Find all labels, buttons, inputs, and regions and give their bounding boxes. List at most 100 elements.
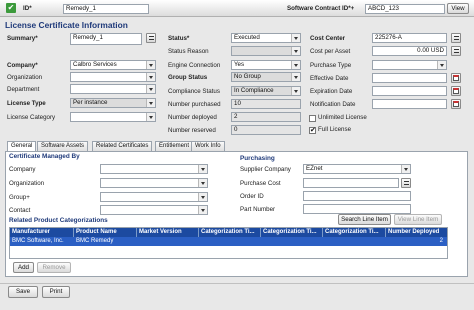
save-button[interactable]: Save [8,286,38,298]
status-reason-dropdown[interactable] [231,46,301,56]
add-button[interactable]: Add [13,262,34,273]
list-icon [149,36,154,40]
effective-date-label: Effective Date [310,75,349,82]
table-row[interactable]: BMC Software, Inc. BMC Remedy 2 [10,237,447,246]
compliance-status-dropdown[interactable]: In Compliance [231,86,301,96]
order-id-field[interactable] [303,191,411,201]
print-button[interactable]: Print [42,286,70,298]
number-purchased-label: Number purchased [168,101,221,108]
managed-contact-dropdown[interactable] [100,205,208,215]
purchase-type-dropdown[interactable] [372,60,447,70]
tab-software-assets[interactable]: Software Assets [37,141,89,151]
expiration-date-calendar-button[interactable] [451,86,461,96]
chevron-down-icon[interactable] [198,179,207,187]
chevron-down-icon[interactable] [401,165,410,173]
chevron-down-icon[interactable] [146,61,155,69]
tab-related-certificates[interactable]: Related Certificates [92,141,153,151]
notification-date-label: Notification Date [310,101,356,108]
part-number-label: Part Number [240,206,276,213]
effective-date-field[interactable] [372,73,447,83]
currency-button[interactable] [451,46,461,56]
chevron-down-icon[interactable] [146,85,155,93]
column-header[interactable]: Number Deployed [386,228,447,237]
id-check-icon: ✔ [6,3,16,13]
managed-company-dropdown[interactable] [100,164,208,174]
unlimited-license-label: Unlimited License [318,114,367,121]
supplier-company-value: EZnet [306,165,323,172]
part-number-field[interactable] [303,204,411,214]
organization-dropdown[interactable] [70,72,156,82]
contract-id-field[interactable]: ABCD_123 [365,4,445,14]
column-header[interactable]: Categorization Ti... [261,228,323,237]
status-dropdown[interactable]: Executed [231,33,301,43]
table-cell: BMC Software, Inc. [12,238,64,244]
managed-organization-dropdown[interactable] [100,178,208,188]
chevron-down-icon[interactable] [291,47,300,55]
status-label: Status* [168,35,190,42]
engine-connection-dropdown[interactable]: Yes [231,60,301,70]
list-icon [454,49,459,53]
full-license-checkbox[interactable]: ✔ [309,127,316,134]
search-line-item-button[interactable]: Search Line Item [338,214,391,225]
cost-center-field[interactable]: 225276-A [372,33,447,43]
chevron-down-icon[interactable] [146,73,155,81]
list-icon [454,36,459,40]
cost-per-asset-label: Cost per Asset [310,48,351,55]
expiration-date-field[interactable] [372,86,447,96]
group-status-label: Group Status [168,74,208,81]
footer-bar [0,283,474,310]
license-type-dropdown[interactable]: Per instance [70,98,156,108]
chevron-down-icon[interactable] [198,206,207,214]
notification-date-field[interactable] [372,99,447,109]
remove-button[interactable]: Remove [37,262,71,273]
id-field[interactable]: Remedy_1 [63,4,149,14]
summary-field[interactable]: Remedy_1 [70,33,142,45]
calendar-icon [453,101,459,107]
tab-work-info[interactable]: Work Info [191,141,225,151]
engine-connection-value: Yes [234,61,245,68]
chevron-down-icon[interactable] [291,61,300,69]
group-status-dropdown[interactable]: No Group [231,72,301,82]
chevron-down-icon[interactable] [291,34,300,42]
number-deployed-label: Number deployed [168,114,217,121]
view-line-item-button[interactable]: View Line Item [394,214,442,225]
company-value: Calbro Services [73,61,117,68]
expiration-date-label: Expiration Date [310,88,353,95]
summary-detail-button[interactable] [146,33,156,43]
unlimited-license-checkbox[interactable] [309,115,316,122]
cost-per-asset-field[interactable]: 0.00 USD [372,46,447,56]
purchase-cost-currency-button[interactable] [401,178,411,188]
managed-group-dropdown[interactable] [100,192,208,202]
number-deployed-field[interactable]: 2 [231,112,301,122]
notification-date-calendar-button[interactable] [451,99,461,109]
table-cell: 2 [439,238,443,244]
chevron-down-icon[interactable] [146,99,155,107]
chevron-down-icon[interactable] [146,113,155,121]
calendar-icon [453,88,459,94]
effective-date-calendar-button[interactable] [451,73,461,83]
chevron-down-icon[interactable] [437,61,446,69]
column-header[interactable]: Product Name [74,228,137,237]
number-purchased-field[interactable]: 10 [231,99,301,109]
tab-entitlement[interactable]: Entitlement [155,141,194,151]
column-header[interactable]: Manufacturer [10,228,74,237]
cost-center-lookup-button[interactable] [451,33,461,43]
chevron-down-icon[interactable] [291,73,300,81]
purchase-cost-field[interactable] [303,178,399,188]
license-category-dropdown[interactable] [70,112,156,122]
managed-contact-label: Contact [9,207,31,214]
number-reserved-field[interactable]: 0 [231,125,301,135]
column-header[interactable]: Market Version [137,228,199,237]
column-header[interactable]: Categorization Ti... [323,228,386,237]
top-bar: ✔ ID* Remedy_1 Software Contract ID*+ AB… [0,0,474,17]
purchase-type-label: Purchase Type [310,62,352,69]
supplier-company-dropdown[interactable]: EZnet [303,164,411,174]
column-header[interactable]: Categorization Ti... [199,228,261,237]
chevron-down-icon[interactable] [198,165,207,173]
department-dropdown[interactable] [70,84,156,94]
company-dropdown[interactable]: Calbro Services [70,60,156,70]
chevron-down-icon[interactable] [198,193,207,201]
view-button[interactable]: View [447,3,469,14]
chevron-down-icon[interactable] [291,87,300,95]
status-reason-label: Status Reason [168,48,209,55]
